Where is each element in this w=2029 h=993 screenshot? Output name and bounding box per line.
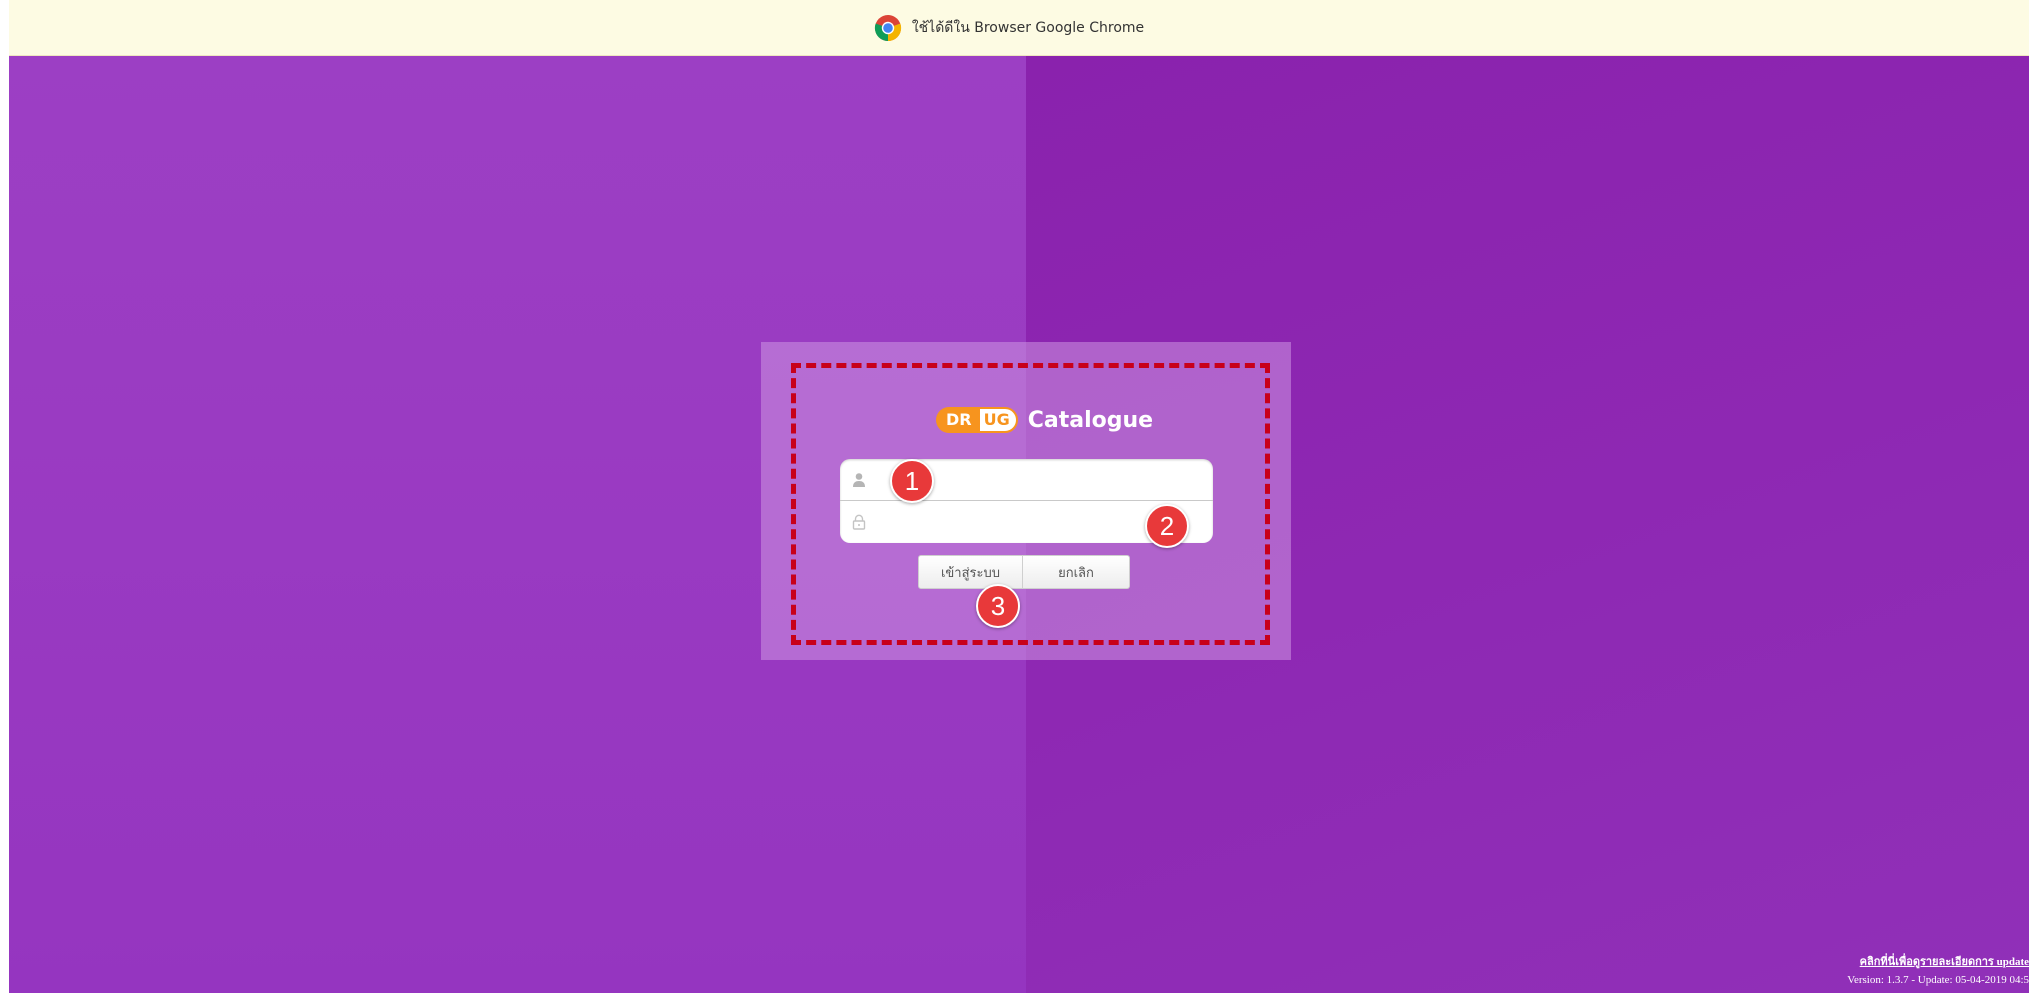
page-footer: คลิกที่นี่เพื่อดูรายละเอียดการ update Ve… xyxy=(1847,953,2029,993)
user-icon xyxy=(853,472,865,487)
chrome-icon xyxy=(874,14,901,41)
logo-part-dr: DR xyxy=(936,407,978,433)
login-button[interactable]: เข้าสู่ระบบ xyxy=(918,555,1023,589)
login-button-group: เข้าสู่ระบบ ยกเลิก xyxy=(918,555,1130,589)
annotation-marker-2: 2 xyxy=(1145,504,1189,548)
annotation-marker-1: 1 xyxy=(890,459,934,503)
lock-icon xyxy=(852,514,866,530)
logo-part-ug: UG xyxy=(977,407,1018,433)
logo-text: Catalogue xyxy=(1027,407,1154,433)
version-text: Version: 1.3.7 - Update: 05-04-2019 04:5 xyxy=(1847,974,2029,986)
browser-recommendation-banner: ใช้ได้ดีใน Browser Google Chrome xyxy=(9,0,2029,56)
cancel-button[interactable]: ยกเลิก xyxy=(1023,555,1130,589)
banner-text: ใช้ได้ดีใน Browser Google Chrome xyxy=(911,19,1145,36)
update-details-link[interactable]: คลิกที่นี่เพื่อดูรายละเอียดการ update xyxy=(1860,956,2029,968)
drug-catalogue-logo: DR UG Catalogue xyxy=(936,404,1153,436)
annotation-marker-3: 3 xyxy=(976,584,1020,628)
left-gutter xyxy=(0,0,9,993)
